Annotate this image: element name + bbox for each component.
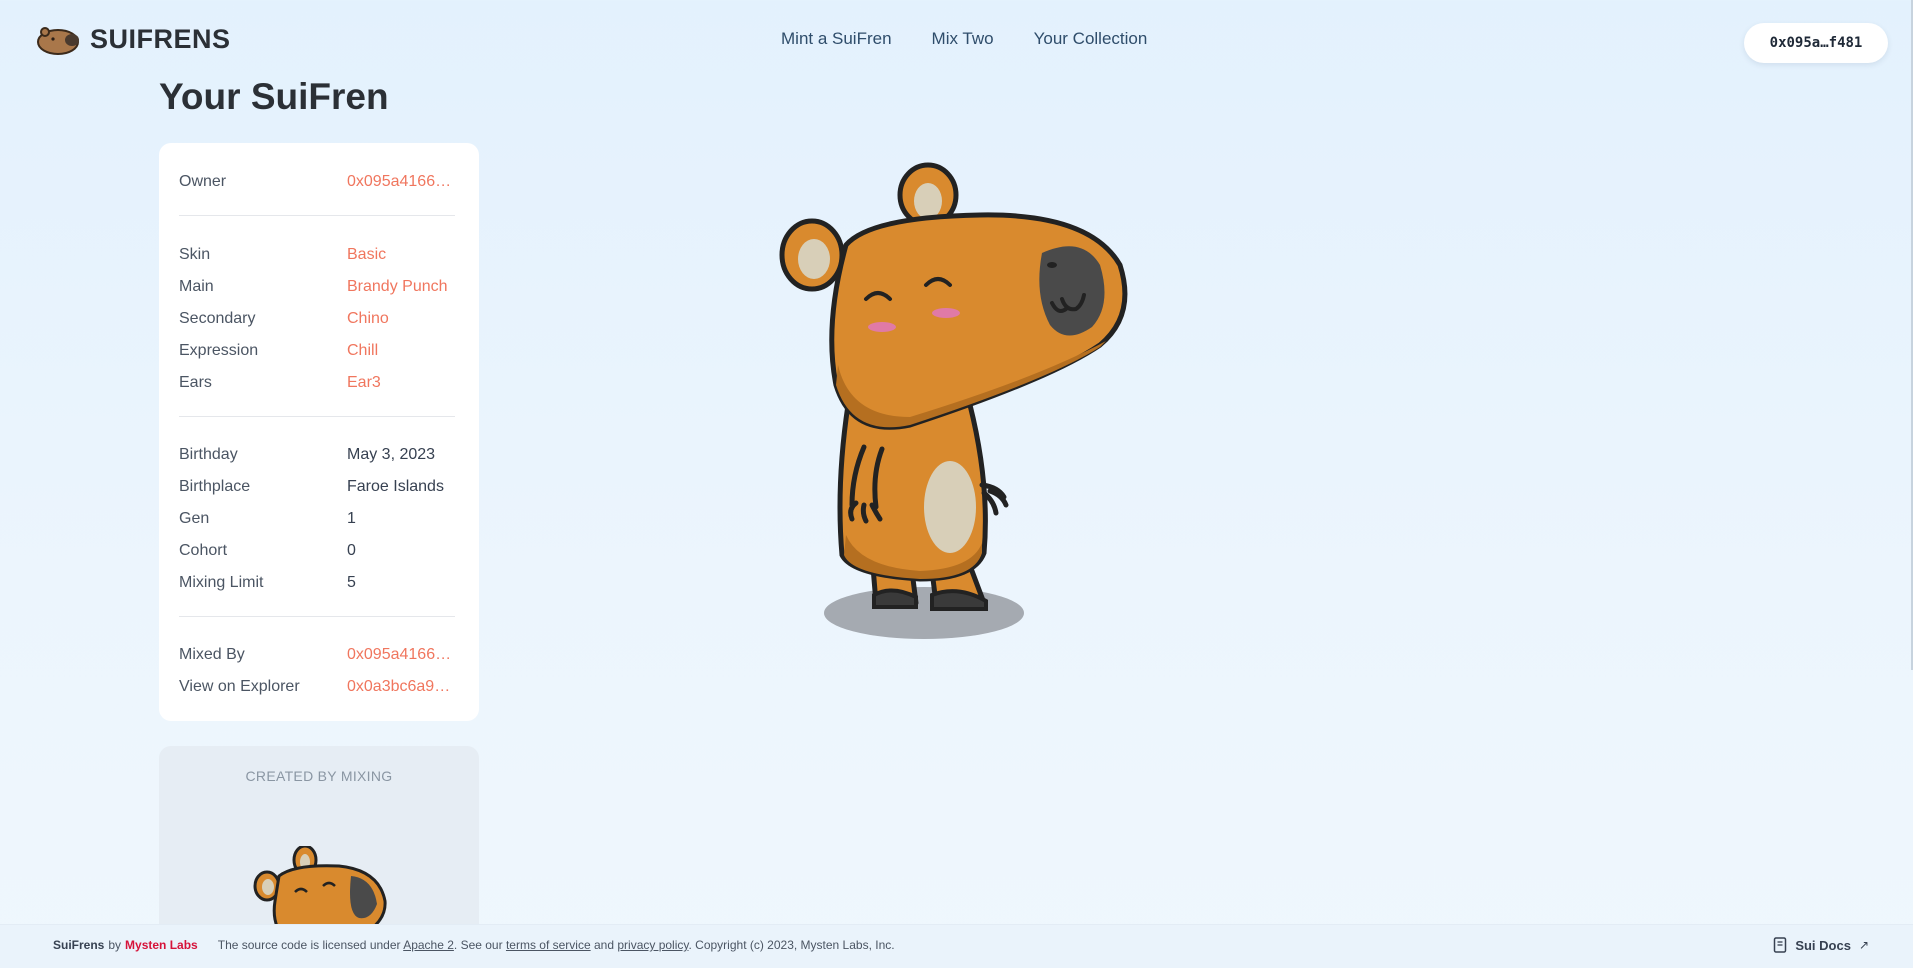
footer-brand: SuiFrens (53, 938, 105, 952)
trait-value-link[interactable]: Basic (347, 246, 455, 264)
divider (179, 215, 455, 216)
detail-row-mixing-limit: Mixing Limit 5 (179, 567, 455, 599)
divider (179, 616, 455, 617)
trait-value-link[interactable]: Ear3 (347, 374, 455, 392)
logo-text: SUIFRENS (90, 23, 231, 54)
see-our-text: . See our (453, 938, 503, 952)
detail-row-mixed-by: Mixed By 0x095a4166… (179, 639, 455, 671)
footer-by: by (108, 938, 122, 952)
detail-label: Main (179, 278, 214, 295)
trait-value-link[interactable]: Chino (347, 310, 455, 328)
detail-label: Mixed By (179, 646, 245, 663)
nav-mint[interactable]: Mint a SuiFren (781, 29, 892, 49)
detail-label: Secondary (179, 310, 256, 327)
explorer-link[interactable]: 0x0a3bc6a9c… (347, 678, 455, 696)
detail-label: Cohort (179, 542, 228, 559)
detail-row-secondary: Secondary Chino (179, 303, 455, 335)
detail-label: View on Explorer (179, 678, 300, 695)
details-card: Owner 0x095a4166… Skin Basic Main Brandy… (159, 143, 479, 721)
privacy-link[interactable]: privacy policy (617, 938, 688, 952)
detail-value: 0 (347, 542, 356, 559)
info-group: Birthday May 3, 2023 Birthplace Faroe Is… (179, 439, 455, 599)
detail-row-birthday: Birthday May 3, 2023 (179, 439, 455, 471)
detail-label: Expression (179, 342, 259, 359)
logo[interactable]: SUIFRENS (36, 22, 231, 56)
capybara-logo-icon (37, 27, 79, 55)
document-icon (1774, 937, 1787, 953)
divider (179, 416, 455, 417)
detail-row-explorer: View on Explorer 0x0a3bc6a9c… (179, 671, 455, 703)
detail-label: Birthplace (179, 478, 251, 495)
detail-row-owner: Owner 0x095a4166… (179, 166, 455, 198)
detail-label: Skin (179, 246, 211, 263)
detail-row-skin: Skin Basic (179, 239, 455, 271)
suifren-capybara-image (779, 162, 1128, 639)
copyright-text: . Copyright (c) 2023, Mysten Labs, Inc. (688, 938, 895, 952)
nav-mix-two[interactable]: Mix Two (932, 29, 994, 49)
apache-license-link[interactable]: Apache 2 (403, 938, 454, 952)
detail-label: Birthday (179, 446, 238, 463)
and-text: and (593, 938, 615, 952)
detail-label: Gen (179, 510, 210, 527)
detail-label: Owner (179, 173, 227, 190)
sui-docs-link[interactable]: Sui Docs ↗ (1773, 937, 1869, 953)
detail-row-gen: Gen 1 (179, 503, 455, 535)
license-prefix: The source code is licensed under (217, 938, 401, 952)
top-header: SUIFRENS Mint a SuiFren Mix Two Your Col… (0, 0, 1913, 80)
owner-link[interactable]: 0x095a4166… (347, 173, 455, 191)
detail-row-cohort: Cohort 0 (179, 535, 455, 567)
wallet-button[interactable]: 0x095a…f481 (1744, 23, 1888, 63)
traits-group: Skin Basic Main Brandy Punch Secondary C… (179, 239, 455, 399)
detail-row-expression: Expression Chill (179, 335, 455, 367)
mixing-label: CREATED BY MIXING (245, 768, 393, 784)
footer-left: SuiFrens by Mysten Labs The source code … (53, 938, 895, 952)
page-title: Your SuiFren (159, 76, 389, 117)
links-group: Mixed By 0x095a4166… View on Explorer 0x… (179, 639, 455, 703)
detail-row-main: Main Brandy Punch (179, 271, 455, 303)
detail-label: Mixing Limit (179, 574, 264, 591)
owner-group: Owner 0x095a4166… (179, 166, 455, 198)
detail-value: May 3, 2023 (347, 446, 436, 463)
sui-docs-label: Sui Docs (1795, 937, 1851, 953)
main-nav: Mint a SuiFren Mix Two Your Collection (781, 29, 1147, 49)
footer: SuiFrens by Mysten Labs The source code … (0, 924, 1913, 968)
external-link-icon: ↗ (1858, 938, 1869, 952)
trait-value-link[interactable]: Brandy Punch (347, 278, 455, 296)
detail-row-ears: Ears Ear3 (179, 367, 455, 399)
detail-row-birthplace: Birthplace Faroe Islands (179, 471, 455, 503)
trait-value-link[interactable]: Chill (347, 342, 455, 360)
nav-your-collection[interactable]: Your Collection (1034, 29, 1148, 49)
mysten-labs-link[interactable]: Mysten Labs (125, 938, 198, 952)
mixed-by-link[interactable]: 0x095a4166… (347, 646, 455, 664)
detail-value: Faroe Islands (347, 478, 444, 495)
detail-label: Ears (179, 374, 212, 391)
detail-value: 5 (347, 574, 356, 591)
terms-link[interactable]: terms of service (506, 938, 591, 952)
detail-value: 1 (347, 510, 356, 527)
license-text: The source code is licensed under Apache… (218, 938, 895, 952)
